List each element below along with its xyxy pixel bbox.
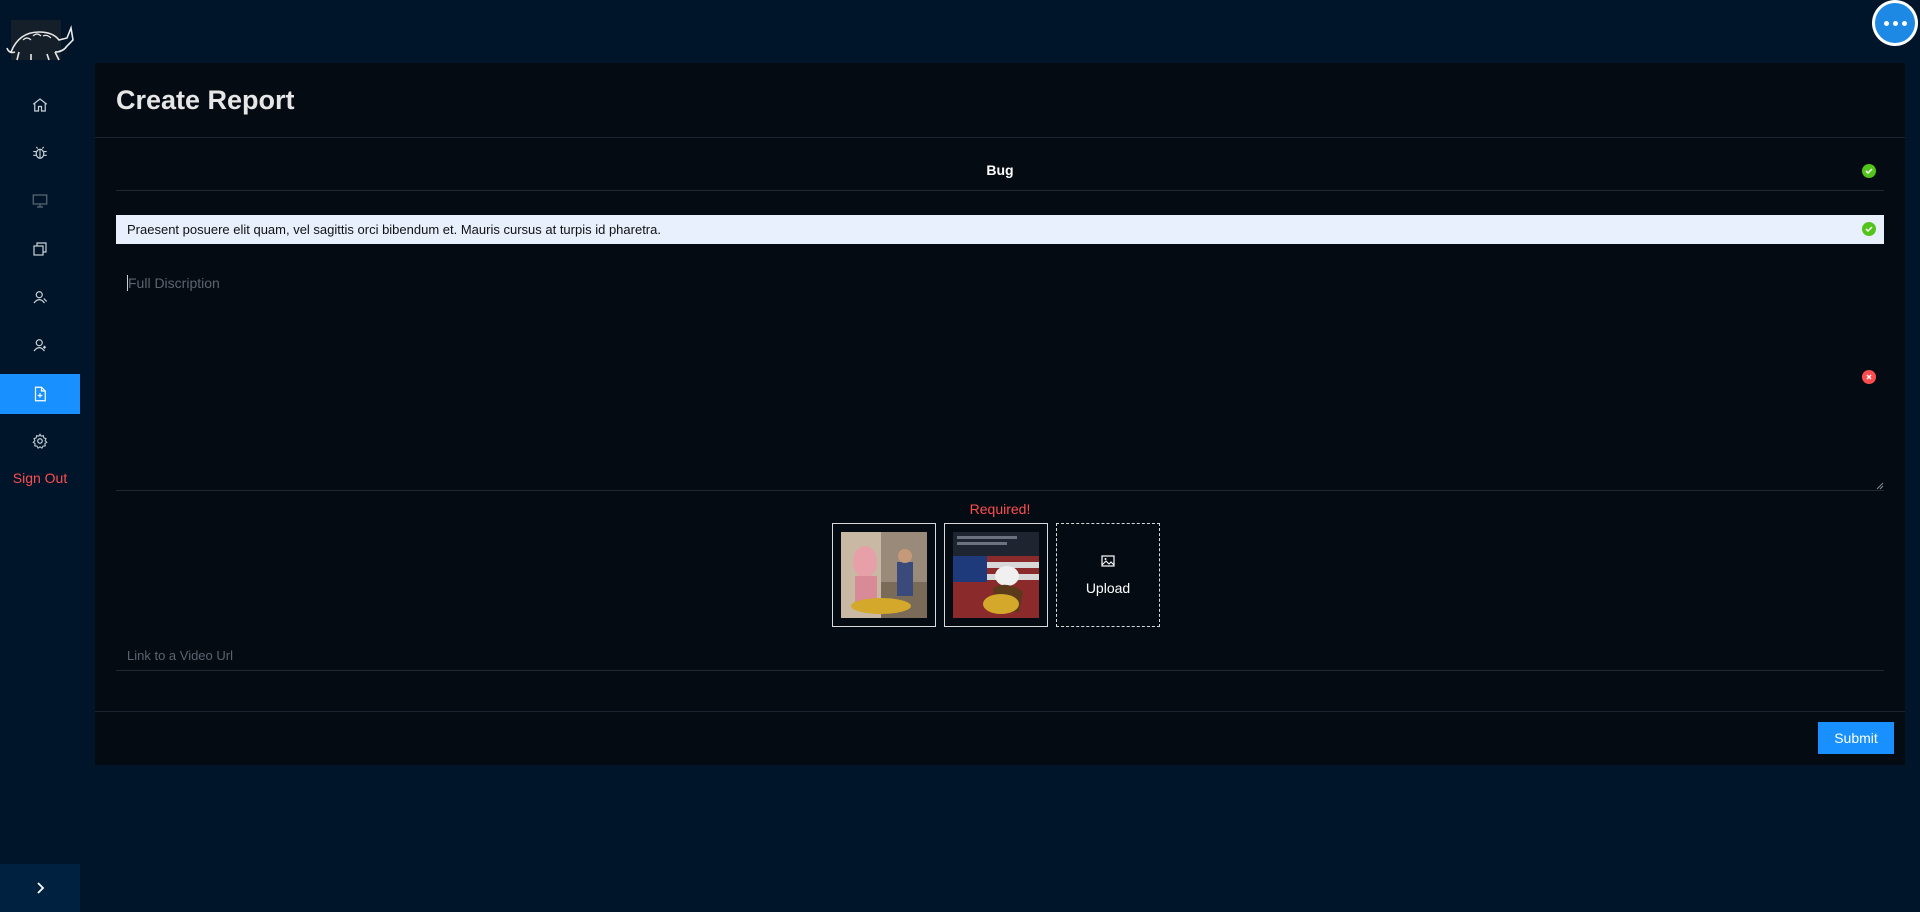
video-url-input[interactable]: Link to a Video Url xyxy=(116,641,1884,671)
team-icon xyxy=(33,339,46,352)
sidebar-item-create-report[interactable] xyxy=(0,374,80,414)
success-check-icon xyxy=(1862,164,1876,178)
sidebar-item-team[interactable] xyxy=(0,325,80,365)
required-error-message: Required! xyxy=(969,501,1031,517)
create-report-card: Create Report Bug Praesent posuere elit … xyxy=(95,63,1905,765)
gear-icon xyxy=(32,433,48,449)
sidebar-item-users[interactable] xyxy=(0,277,80,317)
armadillo-logo-icon xyxy=(6,20,74,61)
logo[interactable] xyxy=(0,14,80,66)
chat-button[interactable] xyxy=(1872,0,1918,46)
error-icon xyxy=(1862,370,1876,384)
sidebar-item-bugs[interactable] xyxy=(0,133,80,173)
uploaded-image-2-preview xyxy=(953,532,1039,618)
sidebar-item-home[interactable] xyxy=(0,85,80,125)
user-icon xyxy=(33,291,48,304)
description-placeholder: Full Discription xyxy=(127,275,220,291)
card-header: Create Report xyxy=(95,63,1905,138)
page-title: Create Report xyxy=(116,84,295,115)
chevron-right-icon xyxy=(37,882,45,894)
uploaded-image-1[interactable] xyxy=(832,523,936,627)
desktop-icon xyxy=(32,194,48,208)
home-icon xyxy=(32,98,48,112)
upload-button[interactable]: Upload xyxy=(1056,523,1160,627)
video-url-placeholder: Link to a Video Url xyxy=(127,648,233,663)
title-input[interactable]: Praesent posuere elit quam, vel sagittis… xyxy=(116,215,1884,244)
type-select-value: Bug xyxy=(986,162,1014,178)
copy-icon xyxy=(33,242,47,256)
image-upload-list: Upload xyxy=(832,523,1160,627)
type-select[interactable]: Bug xyxy=(116,150,1884,191)
sidebar: Sign Out xyxy=(0,0,80,912)
sidebar-item-copy[interactable] xyxy=(0,229,80,269)
picture-icon xyxy=(1101,555,1115,567)
file-add-icon xyxy=(34,386,46,402)
sign-out-link[interactable]: Sign Out xyxy=(0,470,80,486)
uploaded-image-2[interactable] xyxy=(944,523,1048,627)
success-check-icon xyxy=(1862,222,1876,236)
sidebar-collapse-button[interactable] xyxy=(0,864,80,912)
uploaded-image-1-preview xyxy=(841,532,927,618)
bug-icon xyxy=(33,146,47,159)
card-footer: Submit xyxy=(95,711,1905,765)
upload-label: Upload xyxy=(1085,580,1131,596)
resize-handle-icon[interactable] xyxy=(1876,482,1884,490)
description-textarea[interactable]: Full Discription xyxy=(116,265,1884,491)
submit-button[interactable]: Submit xyxy=(1818,722,1894,754)
sidebar-item-settings[interactable] xyxy=(0,421,80,461)
sidebar-item-desktop[interactable] xyxy=(0,181,80,221)
chat-icon xyxy=(1875,3,1915,43)
title-input-value: Praesent posuere elit quam, vel sagittis… xyxy=(127,222,661,237)
